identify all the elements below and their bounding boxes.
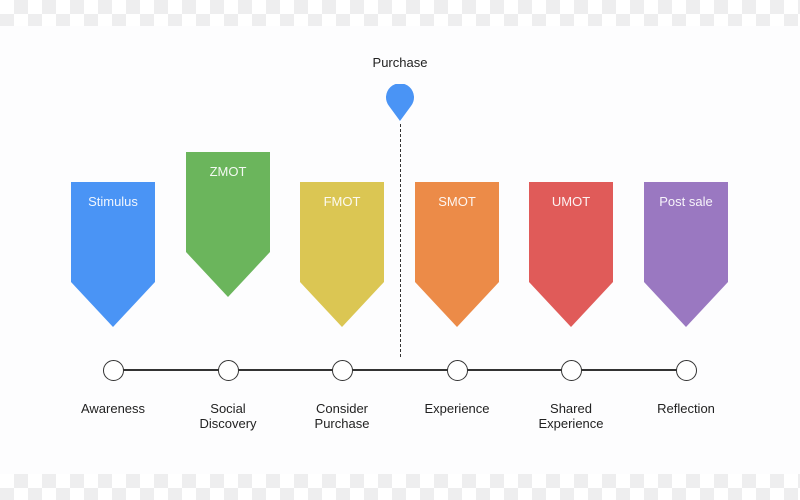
- moment-flag-zmot: ZMOT: [186, 152, 270, 297]
- stage-label-line2: Purchase: [314, 416, 370, 431]
- timeline-node: [675, 359, 697, 381]
- stage-label: Awareness: [58, 401, 168, 416]
- moment-flag-stimulus: Stimulus: [71, 182, 155, 327]
- timeline-node: [560, 359, 582, 381]
- moment-flag-post-sale: Post sale: [644, 182, 728, 327]
- stage-label: Shared Experience: [516, 401, 626, 431]
- stage-label: Experience: [402, 401, 512, 416]
- timeline-node: [217, 359, 239, 381]
- moment-flag-smot: SMOT: [415, 182, 499, 327]
- flag-label: SMOT: [438, 194, 476, 209]
- map-pin-icon: [385, 83, 415, 122]
- stage-label-line1: Consider: [315, 401, 369, 416]
- stage-label-line1: Experience: [424, 401, 490, 416]
- purchase-divider-line: [400, 124, 401, 357]
- stage-label-line1: Social: [210, 401, 246, 416]
- flag-label: Stimulus: [88, 194, 138, 209]
- timeline-node: [102, 359, 124, 381]
- stage-label-line1: Shared: [550, 401, 592, 416]
- moment-flag-umot: UMOT: [529, 182, 613, 327]
- stage-label-line1: Awareness: [80, 401, 146, 416]
- stage-label-line1: Reflection: [657, 401, 715, 416]
- timeline-node: [446, 359, 468, 381]
- flag-label: ZMOT: [209, 164, 247, 179]
- stage-label: Consider Purchase: [287, 401, 397, 431]
- timeline-node: [331, 359, 353, 381]
- stage-label-line2: Experience: [538, 416, 604, 431]
- moment-flag-fmot: FMOT: [300, 182, 384, 327]
- stage-label: Reflection: [631, 401, 741, 416]
- flag-label: UMOT: [551, 194, 591, 209]
- timeline-line: [113, 369, 686, 371]
- flag-label: Post sale: [659, 194, 713, 209]
- flag-label: FMOT: [323, 194, 361, 209]
- transparency-checker-top: [0, 0, 800, 26]
- transparency-checker-bottom: [0, 474, 800, 500]
- stage-label: Social Discovery: [173, 401, 283, 431]
- stage-label-line2: Discovery: [199, 416, 257, 431]
- purchase-label: Purchase: [372, 55, 428, 70]
